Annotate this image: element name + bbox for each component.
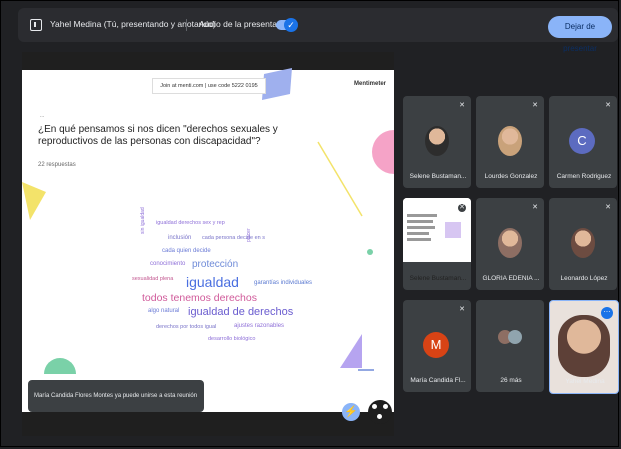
word-cloud-term: desarrollo biológico <box>208 336 256 342</box>
slide-kicker: ... <box>40 113 45 119</box>
participant-name: Carmen Rodriguez <box>556 173 612 180</box>
join-notification: María Candida Flores Montes ya puede uni… <box>28 380 204 412</box>
participant-tile[interactable]: ✕ Selene Bustaman... <box>403 198 471 290</box>
participant-name: 26 más <box>500 377 522 384</box>
decor-line <box>317 141 363 217</box>
more-participants-icon <box>498 330 524 346</box>
presentation-stage: Join at menti.com | use code 5222 0195 M… <box>22 52 394 436</box>
word-cloud-term: placer <box>246 228 252 242</box>
stop-presenting-button[interactable]: Dejar de presentar <box>548 16 612 53</box>
word-cloud-term: conocimiento <box>150 261 186 267</box>
presenter-label: Yahel Medina (Tú, presentando y anotando… <box>50 19 216 29</box>
avatar: M <box>423 332 449 358</box>
present-icon <box>30 19 42 31</box>
word-cloud-term: cada persona decide en s <box>202 235 265 241</box>
stage-bottom-strip <box>22 412 394 436</box>
participant-tile[interactable]: 26 más <box>476 300 544 392</box>
avatar: C <box>569 128 595 154</box>
participant-tile[interactable]: ✕ Lourdes Gonzalez <box>476 96 544 188</box>
annotate-button[interactable]: ⚡ <box>342 403 360 421</box>
participant-name: Selene Bustaman... <box>409 275 467 282</box>
word-cloud-term: garantías individuales <box>254 280 313 286</box>
presentation-bar: Yahel Medina (Tú, presentando y anotando… <box>18 8 618 42</box>
mic-muted-icon: ✕ <box>604 204 612 212</box>
avatar <box>558 315 610 377</box>
participant-tile[interactable]: M ✕ María Candida Fl... <box>403 300 471 392</box>
word-cloud-term: cada quien decide <box>162 248 211 254</box>
word-cloud-term: sin igualdad <box>140 207 146 234</box>
word-cloud-term: algo natural <box>148 308 180 314</box>
avatar <box>498 126 522 156</box>
decor-triangle <box>340 334 362 368</box>
more-options-icon[interactable]: ⋯ <box>601 307 613 319</box>
check-icon: ✓ <box>284 18 298 32</box>
join-instructions: Join at menti.com | use code 5222 0195 <box>152 78 266 94</box>
participant-tile[interactable]: ⋯ Yahel Medina <box>549 300 619 394</box>
participant-tile[interactable]: C ✕ Carmen Rodriguez <box>549 96 617 188</box>
decor-triangle <box>22 182 46 220</box>
participant-name: Selene Bustaman... <box>409 173 467 180</box>
mic-muted-icon: ✕ <box>458 204 466 212</box>
response-count: 22 respuestas <box>38 162 76 168</box>
mentimeter-logo: Mentimeter <box>354 81 387 87</box>
participant-name: Yahel Medina <box>565 378 605 385</box>
word-cloud-term: derechos por todos igual <box>156 324 217 330</box>
participant-tile[interactable]: ✕ Selene Bustaman... <box>403 96 471 188</box>
audio-toggle[interactable]: ✓ <box>276 18 298 32</box>
mic-muted-icon: ✕ <box>531 204 539 212</box>
mic-muted-icon: ✕ <box>458 306 466 314</box>
word-cloud-term: sexualidad plena <box>132 276 174 282</box>
avatar <box>571 228 595 258</box>
more-actions-button[interactable] <box>368 400 392 424</box>
decor-circle <box>372 130 394 174</box>
word-cloud-term: igualdad de derechos <box>188 306 294 318</box>
avatar <box>425 126 449 156</box>
avatar <box>498 228 522 258</box>
participant-tile[interactable]: ✕ GLORIA EDENIA ... <box>476 198 544 290</box>
word-cloud-term: ajustes razonables <box>234 323 285 329</box>
word-cloud-term: inclusión <box>168 235 192 241</box>
participant-name: María Candida Fl... <box>410 377 466 384</box>
mic-muted-icon: ✕ <box>604 102 612 110</box>
divider <box>186 19 187 31</box>
word-cloud-term: protección <box>192 259 239 270</box>
word-cloud-term: igualdad <box>186 274 239 290</box>
participant-name: Lourdes Gonzalez <box>484 173 538 180</box>
participant-name: GLORIA EDENIA ... <box>482 275 540 282</box>
mic-muted-icon: ✕ <box>458 102 466 110</box>
slide-decorations <box>22 68 394 374</box>
word-cloud-term: todos tenemos derechos <box>142 292 257 304</box>
decor-semicircle <box>44 358 76 374</box>
mic-muted-icon: ✕ <box>531 102 539 110</box>
participant-name: Leonardo López <box>560 275 608 282</box>
decor-dot <box>367 249 373 255</box>
slide-question: ¿En qué pensamos si nos dicen "derechos … <box>38 124 278 147</box>
word-cloud-term: igualdad derechos sex y rep <box>156 220 225 226</box>
decor-shape <box>262 68 292 100</box>
participant-tile[interactable]: ✕ Leonardo López <box>549 198 617 290</box>
